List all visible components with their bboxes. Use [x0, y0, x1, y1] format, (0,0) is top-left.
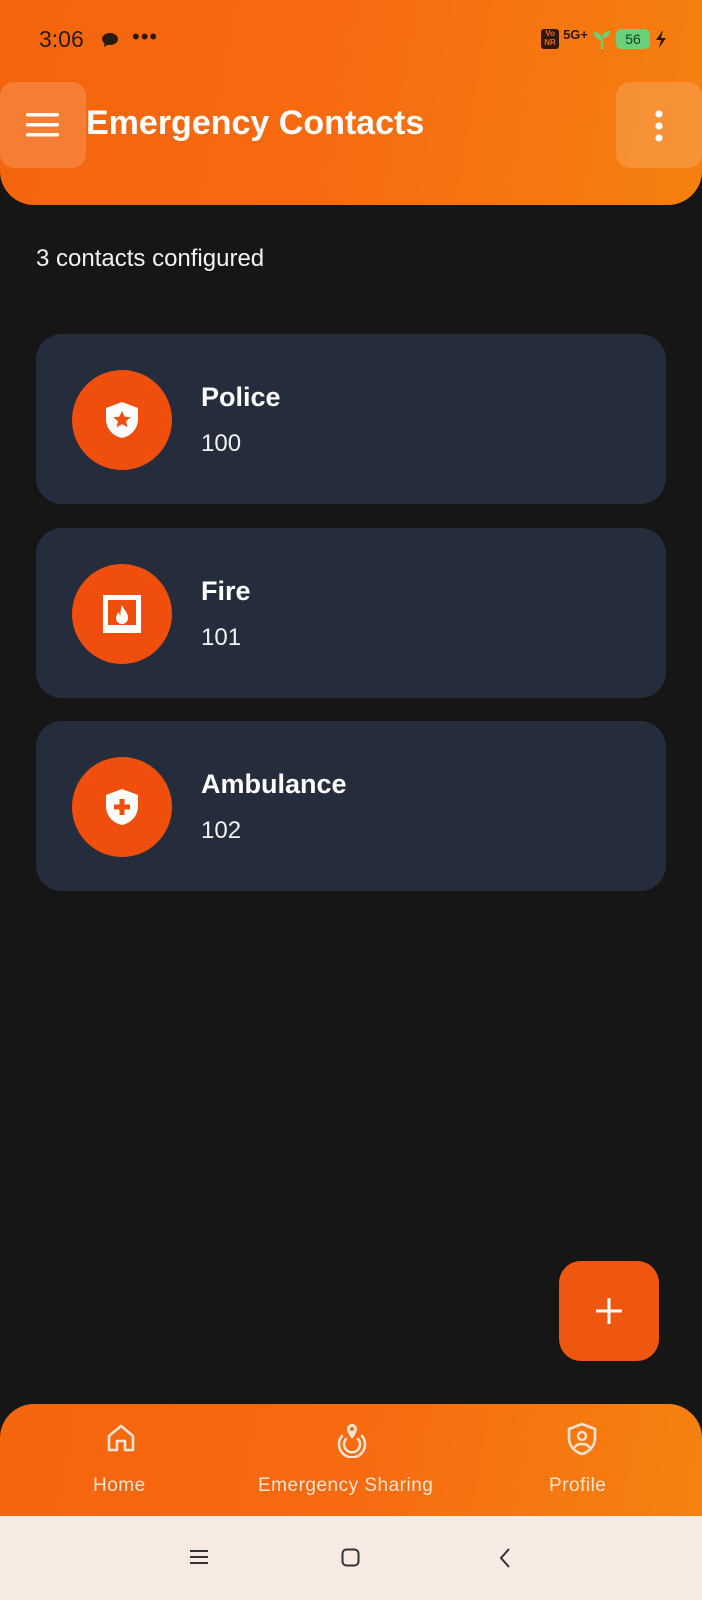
shield-medical-icon: [106, 789, 138, 825]
status-more-dots: •••: [132, 24, 159, 49]
network-type: 5G+: [563, 26, 588, 42]
nav-item-emergency-sharing[interactable]: Emergency Sharing: [242, 1404, 462, 1516]
charging-icon: [656, 30, 666, 48]
contact-card-ambulance[interactable]: Ambulance 102: [36, 721, 666, 891]
contact-number: 101: [201, 624, 242, 651]
status-indicators: Vo NR 5G+ 56: [541, 26, 668, 50]
contact-avatar: [72, 564, 172, 664]
vonr-badge: Vo NR: [541, 29, 560, 49]
nav-label: Profile: [549, 1475, 607, 1496]
plus-icon: [596, 1298, 622, 1324]
hamburger-menu-icon: [26, 113, 59, 137]
nav-label: Emergency Sharing: [258, 1475, 434, 1496]
recent-apps-icon[interactable]: [190, 1550, 210, 1566]
more-vertical-icon: [655, 110, 663, 142]
chat-bubble-icon: [102, 33, 118, 47]
contact-name: Ambulance: [201, 769, 347, 799]
contact-avatar: [72, 757, 172, 857]
contact-card-police[interactable]: Police 100: [36, 334, 666, 504]
shield-person-icon: [567, 1422, 597, 1456]
fireplace-icon: [103, 595, 141, 633]
home-icon: [107, 1424, 135, 1452]
nav-item-profile[interactable]: Profile: [462, 1404, 702, 1516]
contact-number: 100: [201, 430, 242, 457]
status-time: 3:06: [39, 26, 84, 52]
system-navigation-bar: [0, 1516, 702, 1600]
page-title: Emergency Contacts: [86, 104, 425, 142]
location-broadcast-icon: [337, 1424, 367, 1458]
contacts-count: 3 contacts configured: [36, 245, 265, 272]
contact-name: Fire: [201, 576, 251, 606]
contact-card-fire[interactable]: Fire 101: [36, 528, 666, 698]
back-icon[interactable]: [498, 1547, 512, 1569]
contact-name: Police: [201, 382, 281, 412]
home-system-icon[interactable]: [341, 1548, 361, 1568]
battery-indicator: 56: [616, 29, 650, 49]
more-options-button[interactable]: [616, 82, 702, 168]
shield-star-icon: [106, 402, 138, 438]
add-contact-button[interactable]: [559, 1261, 659, 1361]
app-header: 3:06 ••• Vo NR 5G+ 56 Emergency Contacts: [0, 0, 702, 205]
menu-button[interactable]: [0, 82, 86, 168]
nav-item-home[interactable]: Home: [0, 1404, 242, 1516]
contact-avatar: [72, 370, 172, 470]
sprout-icon: [594, 31, 610, 49]
bottom-navigation: Home Emergency Sharing Profile: [0, 1404, 702, 1516]
nav-label: Home: [93, 1475, 146, 1496]
contact-number: 102: [201, 817, 242, 844]
